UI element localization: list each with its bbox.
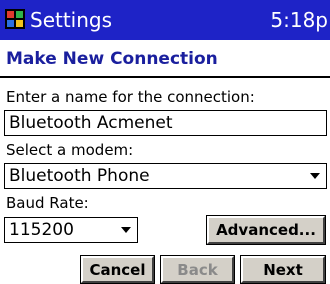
connection-name-input[interactable]: Bluetooth Acmenet bbox=[4, 110, 327, 136]
baud-rate-label: Baud Rate: bbox=[6, 194, 89, 212]
page-header: Make New Connection bbox=[0, 40, 330, 78]
title-bar: Settings 5:18p bbox=[0, 0, 330, 40]
connection-name-label: Enter a name for the connection: bbox=[6, 88, 255, 106]
advanced-button[interactable]: Advanced... bbox=[206, 215, 326, 245]
baud-rate-select[interactable]: 115200 bbox=[4, 217, 138, 243]
baud-rate-value: 115200 bbox=[9, 220, 74, 240]
settings-flag-icon[interactable] bbox=[4, 8, 26, 30]
modem-label: Select a modem: bbox=[6, 141, 134, 159]
app-title: Settings bbox=[30, 8, 113, 32]
back-button[interactable]: Back bbox=[160, 255, 235, 284]
modem-select[interactable]: Bluetooth Phone bbox=[4, 163, 327, 189]
chevron-down-icon bbox=[121, 227, 131, 233]
next-button[interactable]: Next bbox=[240, 255, 326, 284]
page-title: Make New Connection bbox=[6, 49, 218, 69]
clock[interactable]: 5:18p bbox=[270, 7, 328, 33]
modem-value: Bluetooth Phone bbox=[9, 166, 150, 186]
connection-name-value: Bluetooth Acmenet bbox=[9, 113, 173, 133]
cancel-button[interactable]: Cancel bbox=[80, 255, 155, 284]
chevron-down-icon bbox=[310, 173, 320, 179]
